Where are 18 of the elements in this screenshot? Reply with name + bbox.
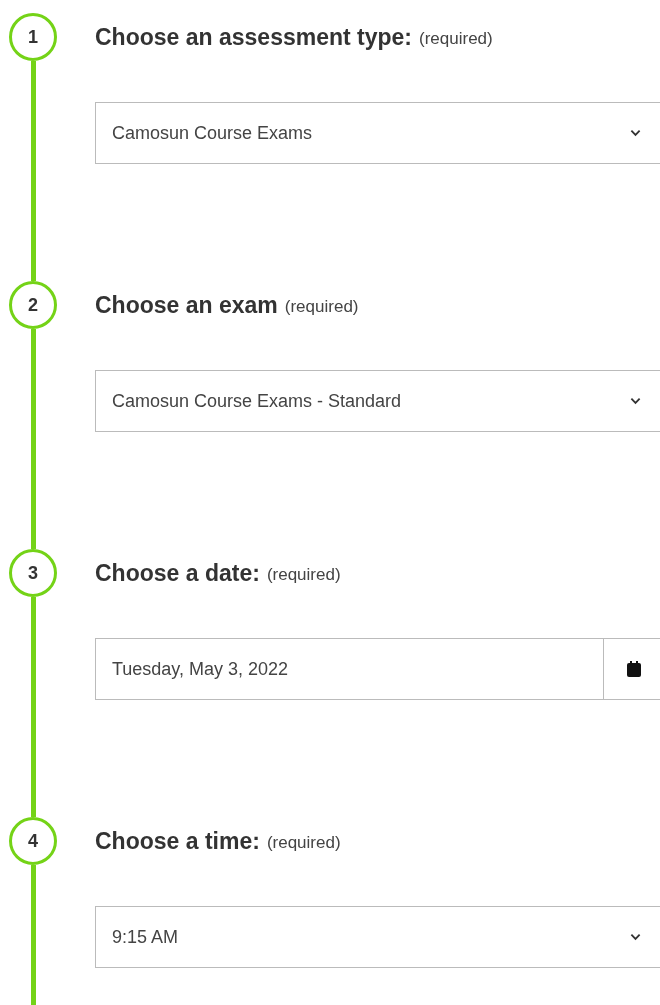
chevron-down-icon bbox=[630, 129, 641, 137]
step-number-badge: 1 bbox=[9, 13, 57, 61]
step-title: Choose a time: bbox=[95, 827, 260, 855]
step-title: Choose a date: bbox=[95, 559, 260, 587]
chevron-down-icon bbox=[630, 933, 641, 941]
dropdown[interactable]: 9:15 AM bbox=[95, 906, 660, 968]
required-note: (required) bbox=[266, 833, 341, 853]
required-note: (required) bbox=[266, 565, 341, 585]
step-number-badge: 3 bbox=[9, 549, 57, 597]
dropdown[interactable]: Camosun Course Exams - Standard bbox=[95, 370, 660, 432]
step-number-badge: 2 bbox=[9, 281, 57, 329]
step-title: Choose an exam bbox=[95, 291, 278, 319]
chevron-down-icon bbox=[630, 397, 641, 405]
required-note: (required) bbox=[419, 29, 493, 49]
dropdown[interactable]: Camosun Course Exams bbox=[95, 102, 660, 164]
step-number-badge: 4 bbox=[9, 817, 57, 865]
step-title: Choose an assessment type: bbox=[95, 23, 412, 51]
required-note: (required) bbox=[284, 297, 359, 317]
